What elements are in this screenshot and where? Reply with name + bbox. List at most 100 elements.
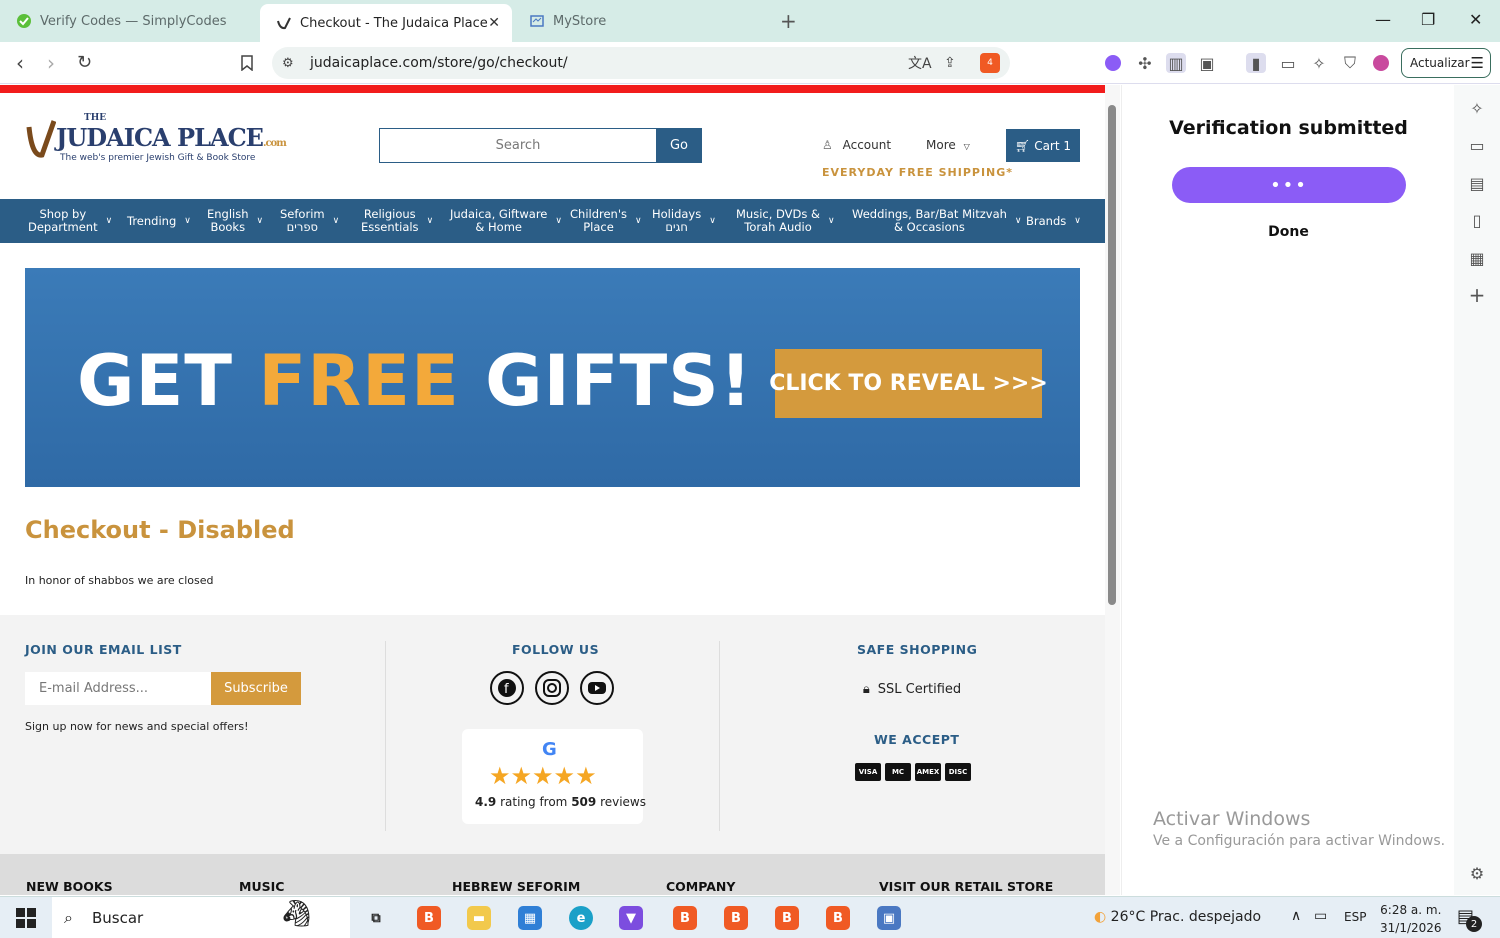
reader-icon[interactable]: ▣	[1197, 53, 1217, 73]
more-dropdown[interactable]: More ▽	[926, 138, 970, 152]
chevron-down-icon: ▽	[963, 142, 970, 151]
brave-window-2-icon[interactable]: B	[724, 906, 748, 930]
menu-holidays[interactable]: Holidays חגים ∨	[652, 199, 716, 243]
edge-icon[interactable]: e	[569, 906, 593, 930]
done-button[interactable]: Done	[1122, 224, 1455, 240]
windows-taskbar: ⌕ Buscar 🦓︎ ⧉ B ▬ ▦ e ▼ B B B B ▣ ◐ 26°C…	[0, 896, 1500, 938]
settings-gear-icon[interactable]: ⚙	[1467, 863, 1487, 883]
profile-icon[interactable]	[1371, 53, 1391, 73]
menu-music-dvds[interactable]: Music, DVDs & Torah Audio ∨	[736, 199, 835, 243]
side-panel-icon[interactable]: ▮	[1246, 53, 1266, 73]
lock-icon: 🔒︎	[862, 681, 870, 697]
vpn-app-icon[interactable]: ▼	[619, 906, 643, 930]
file-explorer-icon[interactable]: ▬	[467, 906, 491, 930]
loading-button[interactable]: •••	[1172, 167, 1406, 203]
menu-childrens-place[interactable]: Children's Place ∨	[570, 199, 642, 243]
tab-mystore[interactable]: MyStore	[513, 6, 771, 36]
cart-label: Cart 1	[1034, 138, 1072, 153]
reload-icon[interactable]: ↻	[77, 52, 92, 73]
store-icon[interactable]: ▦	[518, 906, 542, 930]
menu-religious-essentials[interactable]: Religious Essentials ∨	[361, 199, 433, 243]
logo-main: JUDAICA PLACE	[56, 123, 264, 152]
bookmark-icon[interactable]	[237, 53, 257, 73]
rating-mid: rating from	[496, 795, 572, 809]
extensions-icon[interactable]: ✣	[1135, 53, 1155, 73]
translate-icon[interactable]: 文A	[908, 53, 932, 73]
menu-judaica-giftware[interactable]: Judaica, Giftware & Home ∨	[450, 199, 562, 243]
menu-weddings-occasions[interactable]: Weddings, Bar/Bat Mitzvah & Occasions ∨	[852, 199, 1022, 243]
sidebar-toggle-icon[interactable]: ▥	[1166, 53, 1186, 73]
instagram-icon[interactable]	[535, 671, 569, 705]
reading-list-icon[interactable]: ▦	[1467, 248, 1487, 268]
taskbar-search[interactable]: ⌕ Buscar 🦓︎	[52, 897, 350, 938]
update-button[interactable]: Actualizar ☰	[1401, 48, 1491, 78]
weather-widget[interactable]: ◐ 26°C Prac. despejado	[1094, 909, 1261, 925]
network-icon[interactable]: ▭	[1314, 908, 1327, 924]
media-icon[interactable]: ▭	[1467, 135, 1487, 155]
facebook-icon[interactable]: f	[490, 671, 524, 705]
email-input[interactable]: E-mail Address...	[25, 672, 211, 705]
amex-icon: AMEX	[915, 763, 941, 781]
logo-tagline: The web's premier Jewish Gift & Book Sto…	[60, 153, 256, 163]
youtube-icon[interactable]	[580, 671, 614, 705]
bookmarks-icon[interactable]: ▯	[1467, 210, 1487, 230]
footer-heading-new-books: NEW BOOKS	[26, 879, 113, 894]
vpn-shield-icon[interactable]: ⛉	[1340, 53, 1360, 73]
clock[interactable]: 6:28 a. m. 31/1/2026	[1380, 901, 1442, 937]
leo-sparkle-icon[interactable]: ✧	[1467, 98, 1487, 118]
footer-heading-company: COMPANY	[666, 879, 736, 894]
banner-free: FREE	[258, 340, 460, 422]
menu-english-books[interactable]: English Books ∨	[207, 199, 263, 243]
new-tab-icon[interactable]: +	[780, 9, 797, 33]
brave-window-1-icon[interactable]: B	[673, 906, 697, 930]
minimize-icon[interactable]: —	[1375, 10, 1391, 29]
windows-start-icon[interactable]	[16, 908, 36, 932]
menu-label: Seforim	[280, 207, 325, 221]
google-reviews-card[interactable]: G ★★★★★ 4.9 rating from 509 reviews	[462, 729, 646, 824]
mystore-taskbar-icon[interactable]: ▣	[877, 906, 901, 930]
scrollbar-thumb[interactable]	[1108, 105, 1116, 605]
ai-sparkle-icon[interactable]: ✧	[1309, 53, 1329, 73]
menu-trending[interactable]: Trending ∨	[127, 199, 191, 243]
menu-seforim[interactable]: Seforim ספרים ∨	[280, 199, 339, 243]
language-indicator[interactable]: ESP	[1344, 910, 1366, 924]
chevron-down-icon: ∨	[555, 215, 562, 226]
brave-window-4-icon[interactable]: B	[826, 906, 850, 930]
share-icon[interactable]: ⇪	[944, 55, 956, 71]
address-bar[interactable]: ⚙ judaicaplace.com/store/go/checkout/ 文A…	[272, 47, 1010, 79]
tab-judaica-checkout[interactable]: Checkout - The Judaica Place ✕	[260, 4, 512, 42]
tab-simplycodes[interactable]: Verify Codes — SimplyCodes	[0, 6, 258, 36]
page-scrollbar[interactable]	[1105, 85, 1120, 895]
close-window-icon[interactable]: ✕	[1469, 10, 1482, 29]
more-label: More	[926, 138, 956, 152]
chevron-up-icon[interactable]: ∧	[1291, 908, 1301, 924]
brave-taskbar-icon[interactable]: B	[417, 906, 441, 930]
search-go-button[interactable]: Go	[656, 128, 702, 163]
site-settings-icon[interactable]: ⚙	[282, 56, 294, 71]
judaica-favicon-icon	[276, 15, 292, 31]
menu-shop-by-department[interactable]: Shop by Department ∨	[28, 199, 112, 243]
close-tab-icon[interactable]: ✕	[488, 15, 500, 31]
wallet-icon[interactable]: ▤	[1467, 173, 1487, 193]
menu-brands[interactable]: Brands ∨	[1026, 199, 1081, 243]
forward-icon[interactable]: ›	[47, 51, 55, 75]
browser-sidebar: ✧ ▭ ▤ ▯ ▦ + ⚙	[1454, 85, 1500, 895]
add-panel-icon[interactable]: +	[1467, 283, 1487, 307]
leo-ai-icon[interactable]	[1103, 53, 1123, 73]
search-input[interactable]: Search	[379, 128, 657, 163]
restore-icon[interactable]: ❐	[1421, 10, 1435, 29]
account-link[interactable]: ♙ Account	[822, 138, 891, 152]
brave-shield-icon[interactable]: 4	[980, 53, 1000, 73]
cart-button[interactable]: 🛒︎ Cart 1	[1006, 129, 1080, 162]
chevron-down-icon: ∨	[1014, 215, 1022, 226]
chevron-down-icon: ∨	[1074, 215, 1081, 226]
wallet-icon[interactable]: ▭	[1278, 53, 1298, 73]
task-view-icon[interactable]: ⧉	[364, 906, 388, 930]
free-gifts-banner[interactable]: GET FREE GIFTS! CLICK TO REVEAL >>>	[25, 268, 1080, 487]
menu-label: & Home	[475, 220, 522, 234]
brave-window-3-icon[interactable]: B	[775, 906, 799, 930]
watermark-line1: Activar Windows	[1153, 808, 1311, 830]
click-to-reveal-button[interactable]: CLICK TO REVEAL >>>	[769, 349, 1048, 418]
subscribe-button[interactable]: Subscribe	[211, 672, 301, 705]
back-icon[interactable]: ‹	[16, 51, 24, 75]
